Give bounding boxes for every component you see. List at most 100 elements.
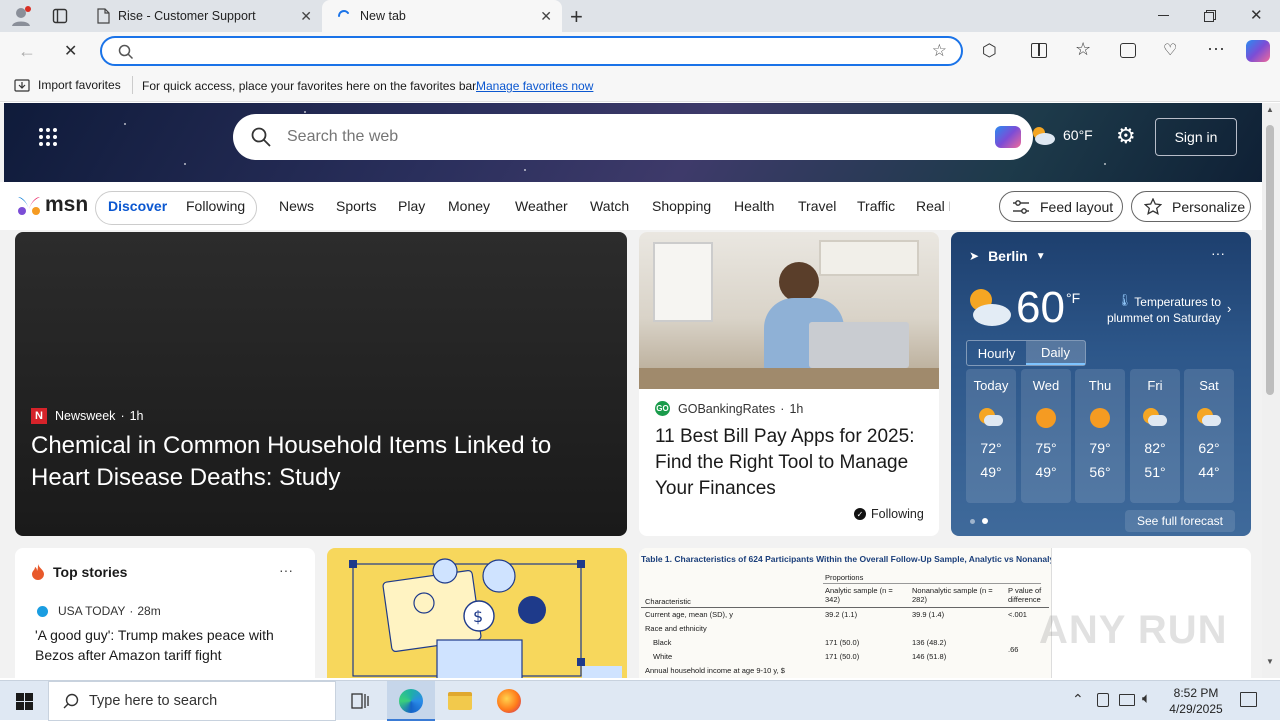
forecast-day-fri[interactable]: Fri 82° 51° (1130, 369, 1180, 503)
show-hidden-icons-chevron[interactable]: ⌃ (1072, 691, 1084, 708)
daily-tab[interactable]: Daily (1026, 341, 1085, 365)
story-time: 1h (789, 401, 804, 416)
forecast-day-thu[interactable]: Thu 79° 56° (1075, 369, 1125, 503)
partly-cloudy-icon (979, 408, 1003, 428)
nav-traffic[interactable]: Traffic (857, 198, 895, 214)
weather-card[interactable]: ➤ Berlin ▼ ··· 60 °F 🌡 Temperatures to p… (951, 232, 1251, 536)
nav-health[interactable]: Health (734, 198, 774, 214)
table-cell: 136 (48.2) (912, 638, 947, 647)
nav-weather[interactable]: Weather (515, 198, 568, 214)
tab-discover[interactable]: Discover (108, 198, 167, 214)
top-stories-more-icon[interactable]: ··· (279, 562, 293, 578)
import-favorites-button[interactable]: Import favorites (14, 78, 121, 92)
address-input[interactable] (148, 42, 908, 62)
msn-search-input[interactable] (287, 126, 927, 148)
tray-app-icon[interactable] (1097, 693, 1109, 707)
personalize-label: Personalize (1172, 198, 1246, 215)
nav-sports[interactable]: Sports (336, 198, 376, 214)
edge-icon (399, 689, 423, 713)
story-headline[interactable]: Chemical in Common Household Items Linke… (31, 430, 601, 494)
close-tab-icon[interactable]: ✕ (540, 8, 552, 25)
page-scrollbar[interactable]: ▲ ▼ (1262, 103, 1280, 678)
story-headline[interactable]: 11 Best Bill Pay Apps for 2025: Find the… (655, 424, 927, 502)
favorite-star-icon[interactable]: ☆ (932, 41, 947, 61)
copilot-search-icon[interactable] (995, 126, 1021, 148)
sign-in-button[interactable]: Sign in (1155, 118, 1237, 156)
profile-icon[interactable] (10, 5, 32, 27)
weather-alert[interactable]: Temperatures to plummet on Saturday (1101, 294, 1221, 326)
copilot-icon[interactable] (1246, 40, 1270, 62)
main-story-card[interactable]: N Newsweek · 1h Chemical in Common House… (15, 232, 627, 536)
nav-watch[interactable]: Watch (590, 198, 629, 214)
scroll-up-arrow-icon[interactable]: ▲ (1266, 105, 1274, 114)
minimize-icon[interactable] (1158, 15, 1169, 16)
close-window-icon[interactable]: ✕ (1250, 6, 1263, 24)
carousel-dot-active[interactable] (982, 518, 988, 524)
new-tab-plus-icon[interactable]: + (570, 4, 583, 30)
nav-money[interactable]: Money (448, 198, 490, 214)
search-icon (118, 44, 134, 60)
hourly-tab[interactable]: Hourly (967, 341, 1026, 365)
chevron-right-icon[interactable]: › (1227, 301, 1231, 316)
feed-layout-button[interactable]: Feed layout (999, 191, 1123, 222)
second-story-card[interactable]: GO GOBankingRates · 1h 11 Best Bill Pay … (639, 232, 939, 536)
volume-icon[interactable]: 🔈︎ (1142, 690, 1151, 707)
nav-news[interactable]: News (279, 198, 314, 214)
carousel-dot[interactable] (970, 519, 975, 524)
partly-cloudy-icon (1197, 408, 1221, 428)
manage-favorites-link[interactable]: Manage favorites now (476, 79, 593, 93)
apps-grid-icon[interactable] (38, 127, 58, 147)
nav-travel[interactable]: Travel (798, 198, 836, 214)
close-tab-icon[interactable]: ✕ (300, 8, 312, 25)
nav-real-estate[interactable]: Real E (916, 198, 950, 214)
finance-illustration-card[interactable]: $ (327, 548, 627, 678)
story-headline[interactable]: 'A good guy': Trump makes peace with Bez… (35, 625, 295, 665)
forecast-day-wed[interactable]: Wed 75° 49° (1021, 369, 1071, 503)
file-explorer-icon[interactable] (448, 692, 472, 710)
city-name: Berlin (988, 248, 1028, 264)
nav-shopping[interactable]: Shopping (652, 198, 711, 214)
weather-location[interactable]: ➤ Berlin ▼ (969, 248, 1046, 264)
tab-new-tab[interactable]: New tab ✕ (322, 0, 562, 32)
network-icon[interactable] (1119, 694, 1135, 706)
system-clock[interactable]: 8:52 PM 4/29/2025 (1166, 685, 1226, 717)
day-name: Fri (1147, 378, 1163, 393)
stop-loading-icon[interactable]: ✕ (64, 41, 77, 61)
tab-rise-customer-support[interactable]: Rise - Customer Support ✕ (84, 0, 322, 32)
edge-taskbar-button[interactable] (387, 681, 435, 721)
personalize-button[interactable]: Personalize (1131, 191, 1251, 222)
address-bar[interactable]: ☆ (100, 36, 963, 66)
collections-icon[interactable] (1120, 43, 1136, 58)
notifications-icon[interactable] (1240, 692, 1257, 707)
top-stories-card: Top stories ··· USA TODAY · 28m 'A good … (15, 548, 315, 678)
settings-gear-icon[interactable]: ⚙ (1116, 123, 1136, 149)
firefox-icon[interactable] (497, 689, 521, 713)
source-name: Newsweek (55, 409, 116, 423)
split-screen-icon[interactable] (1031, 43, 1047, 58)
nav-play[interactable]: Play (398, 198, 425, 214)
tab-following[interactable]: Following (186, 198, 245, 214)
research-table-card[interactable]: Table 1. Characteristics of 624 Particip… (639, 548, 1251, 678)
tab-actions-icon[interactable] (52, 8, 68, 24)
favorites-icon[interactable]: ☆ (1075, 39, 1091, 60)
more-menu-icon[interactable]: ··· (1207, 38, 1225, 59)
taskbar-search-box[interactable]: Type here to search (48, 681, 336, 721)
forecast-day-today[interactable]: Today 72° 49° (966, 369, 1016, 503)
back-arrow-icon[interactable]: ← (18, 41, 36, 62)
table-cell: 146 (51.8) (912, 652, 947, 661)
msn-search-box[interactable] (233, 114, 1033, 160)
extensions-icon[interactable]: ⬡ (982, 41, 997, 61)
header-weather[interactable]: 60°F (1030, 125, 1093, 145)
weather-more-icon[interactable]: ··· (1211, 245, 1225, 261)
msn-logo[interactable]: msn (16, 193, 88, 217)
following-badge[interactable]: ✓ Following (854, 507, 924, 521)
performance-heart-icon[interactable]: ♡ (1163, 40, 1177, 60)
restore-icon[interactable] (1204, 10, 1216, 22)
see-full-forecast-button[interactable]: See full forecast (1125, 510, 1235, 532)
scroll-thumb[interactable] (1266, 125, 1274, 395)
forecast-day-sat[interactable]: Sat 62° 44° (1184, 369, 1234, 503)
scroll-down-arrow-icon[interactable]: ▼ (1266, 657, 1274, 666)
msn-nav-bar: msn Discover Following News Sports Play … (0, 182, 1262, 230)
task-view-icon[interactable] (351, 693, 369, 709)
windows-start-icon[interactable] (16, 693, 33, 710)
